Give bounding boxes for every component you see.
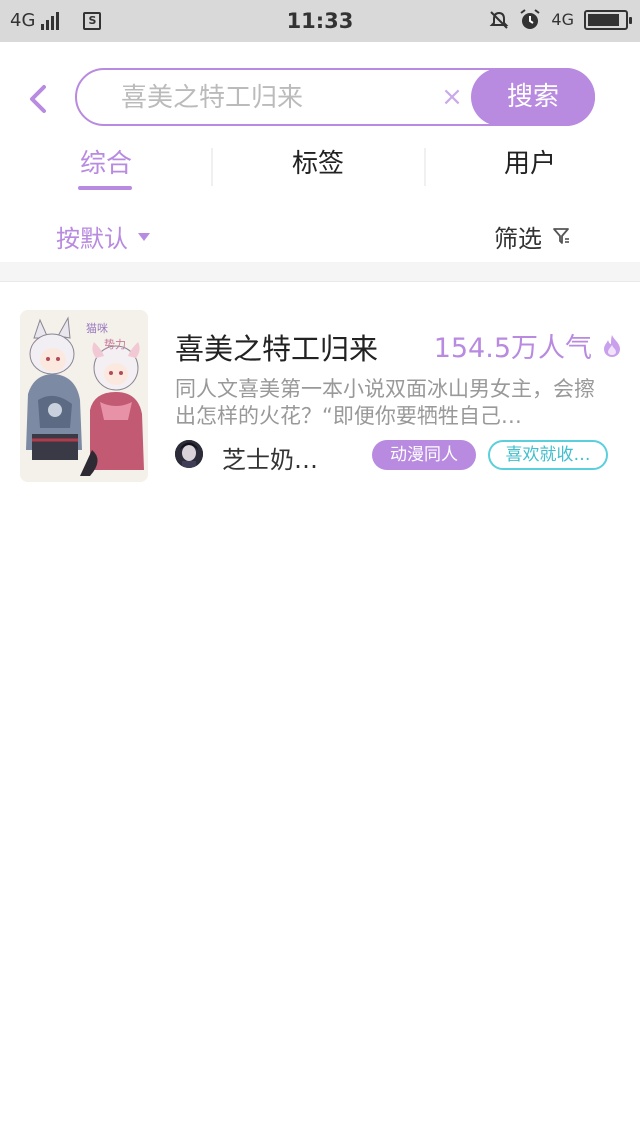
caret-down-icon [138, 233, 150, 241]
secondary-tag[interactable]: 喜欢就收… [488, 440, 608, 470]
popularity-text: 154.5万人气 [433, 333, 592, 364]
book-description: 同人文喜美第一本小说双面冰山男女主，会擦出怎样的火花？“即便你要牺牲自己… [175, 377, 595, 428]
author-avatar[interactable] [175, 440, 203, 468]
tab-divider [424, 148, 426, 186]
tab-active-indicator [78, 186, 132, 190]
book-title[interactable]: 喜美之特工归来 [175, 326, 378, 368]
svg-text:猫咪: 猫咪 [86, 322, 108, 335]
category-tag[interactable]: 动漫同人 [372, 440, 476, 470]
book-cover-illustration: 猫咪 势力 [20, 310, 148, 482]
network-type-right: 4G [551, 10, 574, 29]
clear-icon[interactable]: × [439, 84, 465, 110]
tab-tags[interactable]: 标签 [212, 140, 424, 192]
filter-button[interactable]: 筛选 [494, 218, 570, 254]
status-bar: 4G S 11:33 4G [0, 0, 640, 42]
back-button[interactable] [24, 82, 54, 116]
author-name[interactable]: 芝士奶… [222, 440, 318, 475]
sort-dropdown[interactable]: 按默认 [56, 218, 150, 254]
filter-icon [553, 228, 569, 244]
flame-icon [604, 334, 620, 357]
sort-label: 按默认 [56, 224, 128, 253]
mute-icon [490, 11, 509, 29]
section-divider [0, 262, 640, 282]
result-card[interactable]: 猫咪 势力 喜美之特工归来 154.5万人气 同人文喜美第一本小说双面冰山男女主… [0, 300, 640, 490]
tab-overall[interactable]: 综合 [0, 140, 212, 192]
alarm-icon [520, 9, 541, 29]
search-button[interactable]: 搜索 [471, 68, 595, 126]
search-input[interactable] [121, 78, 431, 118]
tab-users[interactable]: 用户 [424, 140, 636, 192]
book-cover[interactable]: 猫咪 势力 [20, 310, 148, 482]
status-right: 4G [489, 9, 632, 31]
popularity-count: 154.5万人气 [434, 326, 622, 365]
chevron-left-icon [30, 85, 46, 113]
tab-divider [211, 148, 213, 186]
svg-text:势力: 势力 [104, 338, 126, 351]
filter-label: 筛选 [494, 224, 542, 253]
tab-bar: 综合 标签 用户 [0, 140, 640, 192]
search-box: × 搜索 [75, 68, 595, 126]
avatar-image [175, 440, 203, 468]
battery-icon [584, 10, 632, 30]
battery-level [588, 14, 619, 26]
